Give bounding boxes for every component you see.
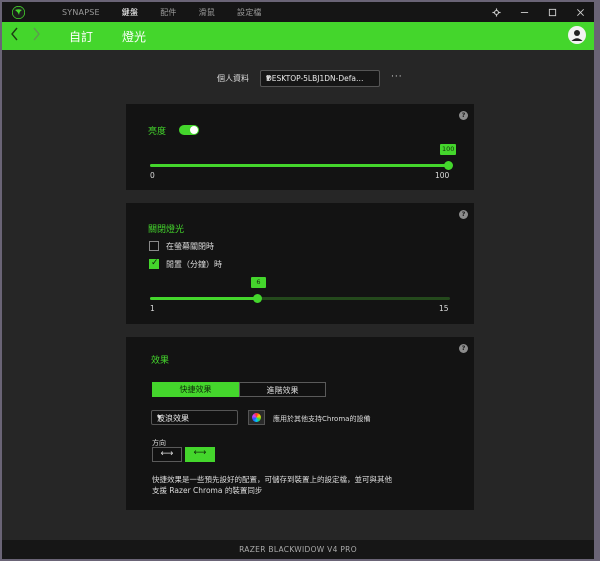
tab-advanced-effects[interactable]: 進階效果 (239, 382, 326, 397)
tab-quick-effects[interactable]: 快捷效果 (152, 382, 239, 397)
effects-title: 效果 (151, 356, 170, 366)
device-footer: RAZER BLACKWIDOW V4 PRO (2, 540, 594, 559)
subtab-customize[interactable]: 自訂 (69, 28, 93, 45)
top-nav: SYNAPSE 鍵盤 配件 滑鼠 設定檔 (62, 2, 284, 22)
chroma-apply-label: 應用於其他支持Chroma的設備 (273, 415, 371, 423)
more-options-button[interactable]: ··· (391, 72, 403, 82)
color-wheel-icon (252, 413, 261, 422)
brightness-max-label: 100 (435, 171, 450, 180)
idle-checkbox[interactable] (149, 258, 159, 269)
idle-max-label: 15 (439, 304, 449, 313)
idle-min-label: 1 (150, 304, 155, 313)
brightness-label: 亮度 (148, 127, 167, 137)
window-controls (482, 2, 594, 22)
subtab-lighting[interactable]: 燈光 (122, 28, 146, 45)
brightness-slider-fill (150, 164, 448, 167)
brightness-value-bubble: 100 (440, 144, 457, 155)
switch-off-lighting-card: ? 關閉燈光 在螢幕關閉時 閒置（分鐘）時 6 1 15 (126, 203, 474, 324)
brightness-toggle[interactable] (179, 125, 199, 135)
idle-slider-thumb[interactable] (253, 294, 263, 303)
chevron-right-icon[interactable] (32, 27, 41, 45)
maximize-icon[interactable] (538, 2, 566, 22)
help-icon[interactable]: ? (459, 344, 468, 353)
effect-dropdown[interactable]: 波浪效果 ▼ (151, 410, 238, 425)
nav-accessories[interactable]: 配件 (160, 7, 176, 18)
razer-logo-icon[interactable] (12, 6, 25, 19)
app-window: SYNAPSE 鍵盤 配件 滑鼠 設定檔 自訂 燈光 個人資料 DESKTOP-… (2, 2, 594, 559)
user-avatar-icon[interactable] (568, 26, 586, 44)
switch-off-title: 關閉燈光 (148, 225, 185, 235)
idle-slider-fill (150, 297, 258, 300)
brightness-min-label: 0 (150, 171, 155, 180)
idle-slider[interactable] (150, 294, 450, 303)
help-icon[interactable]: ? (459, 111, 468, 120)
section-header-bar: 自訂 燈光 (2, 22, 594, 50)
chevron-left-icon[interactable] (10, 27, 19, 45)
effects-card: ? 效果 快捷效果 進階效果 波浪效果 ▼ 應用於其他支持Chroma的設備 方… (126, 337, 474, 510)
nav-mouse[interactable]: 滑鼠 (199, 7, 215, 18)
nav-synapse[interactable]: SYNAPSE (62, 8, 100, 17)
effects-description-line2: 支援 Razer Chroma 的裝置同步 (152, 486, 263, 495)
brightness-slider[interactable] (150, 161, 453, 170)
close-icon[interactable] (566, 2, 594, 22)
help-icon[interactable]: ? (459, 210, 468, 219)
profile-dropdown[interactable]: DESKTOP-5LBJ1DN-Defa… ▼ (260, 70, 380, 87)
effects-description-line1: 快捷效果是一些預先設好的配置，可儲存到裝置上的設定檔，並可與其他 (152, 475, 392, 484)
minimize-icon[interactable] (510, 2, 538, 22)
nav-keyboard[interactable]: 鍵盤 (122, 7, 138, 18)
idle-value-bubble: 6 (251, 277, 266, 288)
display-off-label: 在螢幕關閉時 (166, 242, 214, 251)
brightness-card: ? 亮度 100 0 100 (126, 104, 474, 190)
settings-gear-icon[interactable] (482, 2, 510, 22)
direction-right-button[interactable]: ⟷ (185, 447, 215, 462)
profile-label: 個人資料 (217, 74, 249, 83)
caret-down-icon: ▼ (157, 414, 162, 421)
nav-profiles[interactable]: 設定檔 (237, 7, 262, 18)
chroma-apply-button[interactable] (248, 410, 265, 425)
display-off-checkbox[interactable] (149, 241, 159, 251)
title-bar: SYNAPSE 鍵盤 配件 滑鼠 設定檔 (2, 2, 594, 22)
caret-down-icon: ▼ (266, 75, 271, 82)
direction-left-button[interactable]: ⟷ (152, 447, 182, 462)
idle-label: 閒置（分鐘）時 (166, 260, 222, 269)
brightness-slider-thumb[interactable] (444, 161, 453, 170)
